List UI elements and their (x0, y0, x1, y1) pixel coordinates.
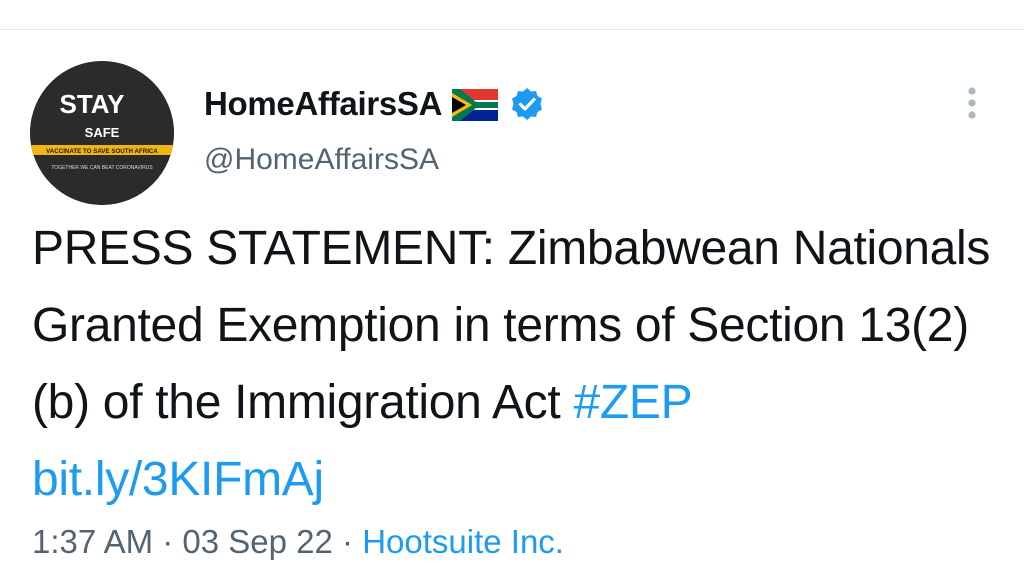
tweet-source-link[interactable]: Hootsuite Inc. (362, 523, 564, 560)
author-display-name-row[interactable]: HomeAffairsSA (204, 82, 544, 126)
verified-badge-icon (510, 87, 544, 121)
avatar-text-safe: SAFE (85, 125, 120, 140)
tweet-text: PRESS STATEMENT: Zimbabwean Nationals Gr… (32, 210, 992, 518)
avatar-text-stay: STAY (59, 89, 124, 119)
hashtag-link[interactable]: #ZEP (573, 376, 691, 429)
avatar-text-together: TOGETHER WE CAN BEAT CORONAVIRUS (51, 165, 153, 171)
more-options-icon[interactable] (958, 84, 986, 124)
south-africa-flag-icon (452, 88, 499, 121)
avatar-text-vaccinate: VACCINATE TO SAVE SOUTH AFRICA (46, 148, 158, 155)
avatar-image: STAY SAFE VACCINATE TO SAVE SOUTH AFRICA… (30, 61, 174, 205)
avatar[interactable]: STAY SAFE VACCINATE TO SAVE SOUTH AFRICA… (30, 61, 174, 205)
meta-separator: · (153, 523, 183, 560)
tweet-body-text: PRESS STATEMENT: Zimbabwean Nationals Gr… (32, 222, 991, 429)
top-divider (0, 29, 1024, 30)
tweet-meta: 1:37 AM · 03 Sep 22 · Hootsuite Inc. (32, 520, 564, 564)
author-display-name[interactable]: HomeAffairsSA (204, 82, 442, 126)
tweet-time[interactable]: 1:37 AM (32, 523, 153, 560)
meta-separator: · (332, 523, 363, 560)
tweet-date[interactable]: 03 Sep 22 (182, 523, 332, 560)
author-handle[interactable]: @HomeAffairsSA (204, 140, 439, 180)
short-url-link[interactable]: bit.ly/3KIFmAj (32, 453, 324, 506)
